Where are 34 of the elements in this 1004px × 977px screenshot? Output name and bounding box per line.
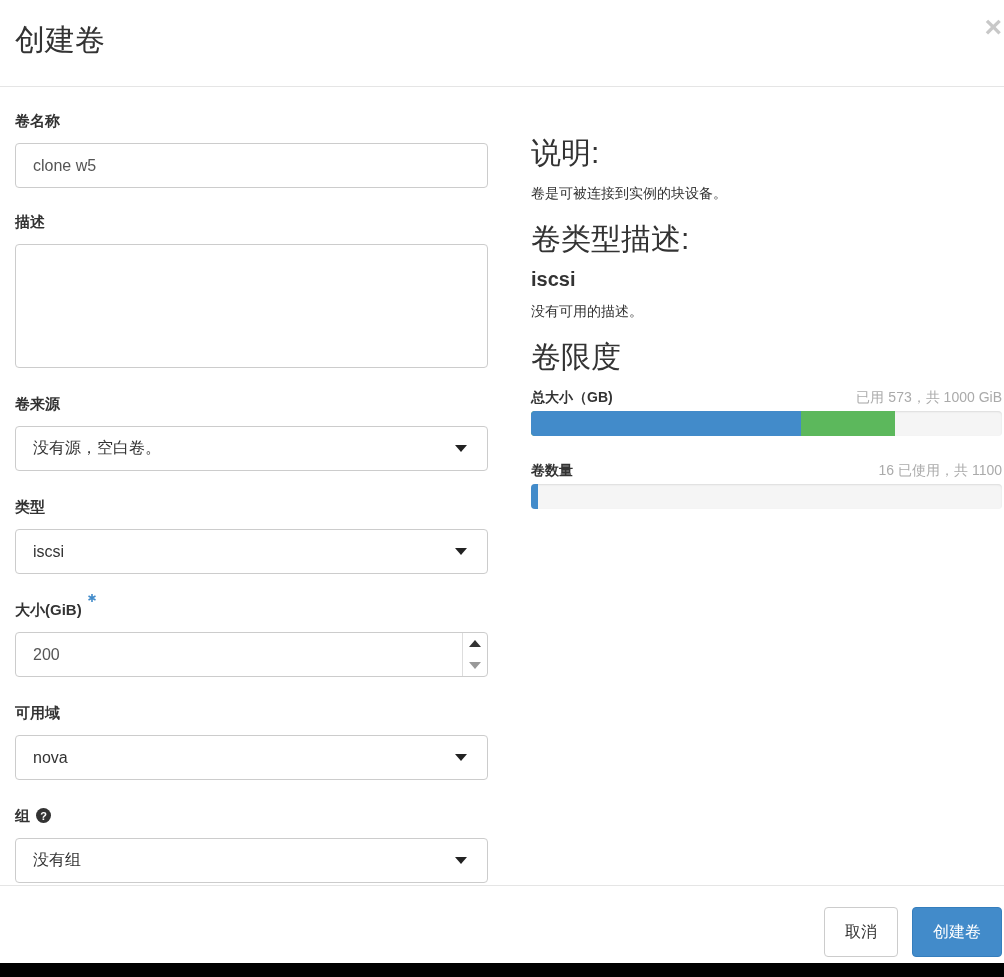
dropdown-caret-icon — [455, 857, 467, 864]
field-label: 卷来源 — [15, 394, 60, 414]
field-label: 可用域 — [15, 703, 60, 723]
field-label: 组 — [15, 806, 30, 826]
quota-reading: 16 已使用，共 1100 — [878, 462, 1002, 480]
quota-label: 总大小（GB) — [531, 389, 613, 407]
dropdown-caret-icon — [455, 548, 467, 555]
select-field[interactable]: 没有组 — [15, 838, 488, 883]
section-heading: 卷类型描述: — [531, 221, 691, 257]
dialog-title: 创建卷 — [15, 22, 105, 58]
textarea-field[interactable] — [15, 244, 488, 368]
select-field[interactable]: nova — [15, 735, 488, 780]
quota-reading: 已用 573，共 1000 GiB — [856, 389, 1002, 407]
cancel-button[interactable]: 取消 — [824, 907, 898, 957]
select-field[interactable]: iscsi — [15, 529, 488, 574]
text-field[interactable]: clone w5 — [15, 143, 488, 188]
field-label: 类型 — [15, 497, 45, 517]
field-label: 卷名称 — [15, 111, 60, 131]
section-heading: 说明: — [531, 135, 601, 171]
select-field[interactable]: 没有源，空白卷。 — [15, 426, 488, 471]
field-label: 大小(GiB) — [15, 600, 82, 620]
quota-label: 卷数量 — [531, 462, 573, 480]
create-button[interactable]: 创建卷 — [912, 907, 1002, 957]
number-field[interactable]: 200 — [15, 632, 488, 677]
increment-arrow-icon[interactable] — [469, 640, 481, 648]
dropdown-caret-icon — [455, 754, 467, 761]
description-text: 卷是可被连接到实例的块设备。 — [531, 184, 728, 203]
type-description-text: 没有可用的描述。 — [531, 302, 644, 321]
field-label: 描述 — [15, 212, 45, 232]
decrement-arrow-icon[interactable] — [469, 661, 481, 669]
help-icon[interactable]: ? — [36, 808, 51, 823]
type-name: iscsi — [531, 267, 577, 292]
dropdown-caret-icon — [455, 445, 467, 452]
section-heading: 卷限度 — [531, 339, 622, 375]
